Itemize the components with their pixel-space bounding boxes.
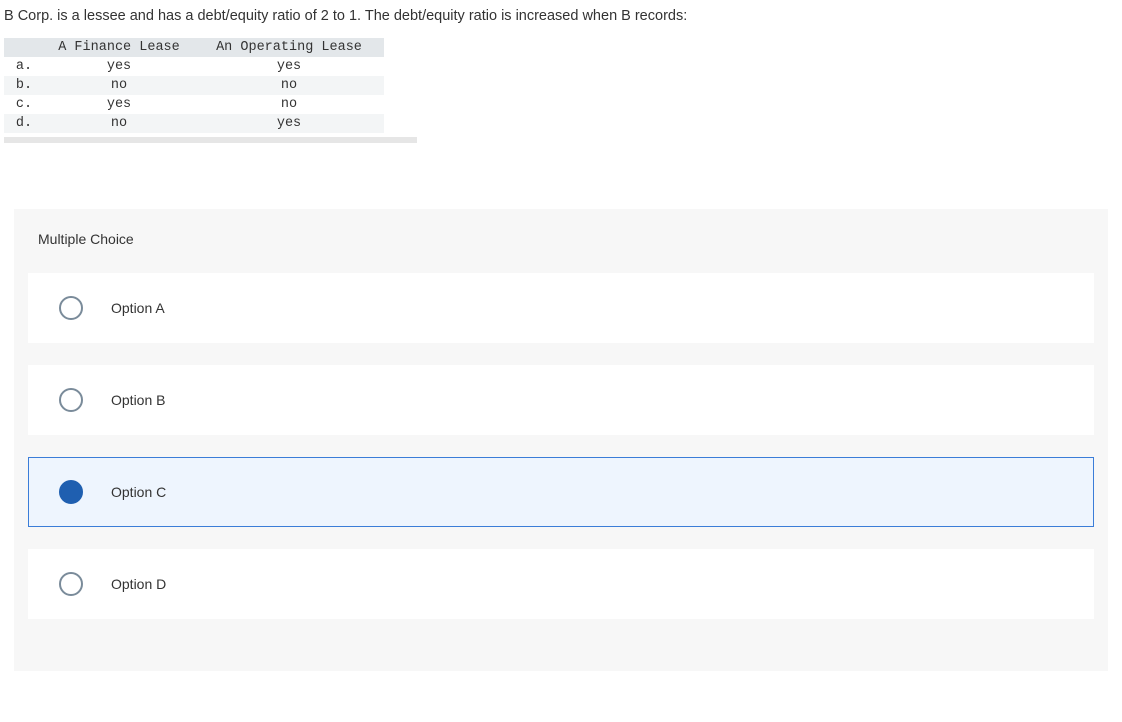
option-a[interactable]: Option A [28,273,1094,343]
option-c[interactable]: Option C [28,457,1094,527]
mc-title: Multiple Choice [14,209,1108,273]
row-label: c. [4,95,44,114]
option-d[interactable]: Option D [28,549,1094,619]
option-label: Option B [111,392,165,408]
table-bottom-bar [4,137,417,143]
table-row: c. yes no [4,95,384,114]
lease-table-wrap: A Finance Lease An Operating Lease a. ye… [0,38,1122,149]
option-label: Option A [111,300,165,316]
multiple-choice-panel: Multiple Choice Option A Option B Option… [14,209,1108,671]
row-finance: no [44,114,194,133]
radio-icon [59,480,83,504]
radio-icon [59,296,83,320]
table-header-row: A Finance Lease An Operating Lease [4,38,384,57]
row-label: b. [4,76,44,95]
option-b[interactable]: Option B [28,365,1094,435]
row-label: d. [4,114,44,133]
row-operating: no [194,76,384,95]
row-finance: yes [44,95,194,114]
row-label: a. [4,57,44,76]
table-row: d. no yes [4,114,384,133]
table-row: b. no no [4,76,384,95]
row-operating: yes [194,114,384,133]
row-finance: no [44,76,194,95]
question-text: B Corp. is a lessee and has a debt/equit… [0,0,1122,38]
option-label: Option D [111,576,166,592]
radio-icon [59,388,83,412]
row-operating: no [194,95,384,114]
row-operating: yes [194,57,384,76]
row-finance: yes [44,57,194,76]
header-operating: An Operating Lease [194,38,384,57]
option-label: Option C [111,484,166,500]
radio-icon [59,572,83,596]
lease-table: A Finance Lease An Operating Lease a. ye… [4,38,384,133]
table-row: a. yes yes [4,57,384,76]
header-finance: A Finance Lease [44,38,194,57]
